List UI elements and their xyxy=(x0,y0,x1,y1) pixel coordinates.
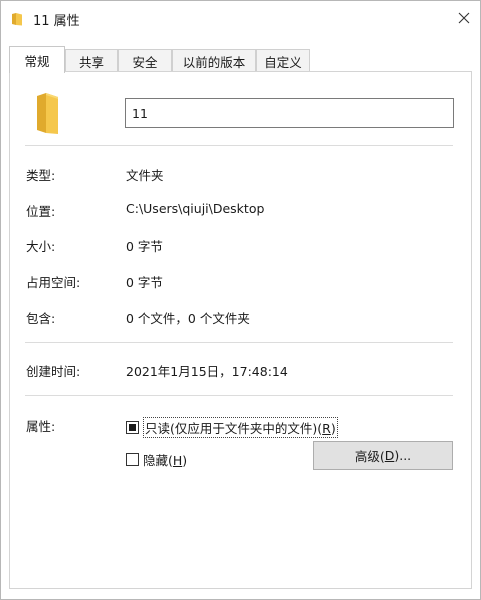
readonly-checkbox-box[interactable] xyxy=(126,421,139,434)
location-label: 位置: xyxy=(26,204,56,219)
general-panel xyxy=(9,71,472,589)
properties-window: 11 属性 常规 共享 安全 以前的版本 自定义 类型: 文件夹 位置: C:\… xyxy=(0,0,481,600)
hidden-checkbox[interactable]: 隐藏(H) xyxy=(126,450,187,469)
size-label: 大小: xyxy=(26,239,56,254)
attributes-label: 属性: xyxy=(26,419,56,434)
type-label: 类型: xyxy=(26,168,56,183)
contains-label: 包含: xyxy=(26,311,56,326)
tab-security[interactable]: 安全 xyxy=(118,49,172,72)
window-title: 11 属性 xyxy=(33,14,80,29)
hidden-checkbox-box[interactable] xyxy=(126,453,139,466)
title-bar: 11 属性 xyxy=(1,1,480,35)
folder-name-input[interactable] xyxy=(125,98,454,128)
readonly-checkbox[interactable]: 只读(仅应用于文件夹中的文件)(R) xyxy=(126,417,338,438)
close-button[interactable] xyxy=(447,1,480,35)
folder-icon xyxy=(37,93,58,134)
hidden-checkbox-label: 隐藏(H) xyxy=(143,453,188,468)
tab-customize[interactable]: 自定义 xyxy=(256,49,310,72)
advanced-button[interactable]: 高级(D)... xyxy=(313,441,453,470)
size-on-disk-label: 占用空间: xyxy=(26,275,81,290)
size-value: 0 字节 xyxy=(126,239,163,254)
divider xyxy=(25,395,453,396)
readonly-checkbox-label: 只读(仅应用于文件夹中的文件)(R) xyxy=(143,417,338,438)
location-value: C:\Users\qiuji\Desktop xyxy=(126,201,265,216)
tab-general[interactable]: 常规 xyxy=(9,46,65,73)
folder-icon xyxy=(12,13,22,26)
created-label: 创建时间: xyxy=(26,364,81,379)
type-value: 文件夹 xyxy=(126,168,164,183)
divider xyxy=(25,342,453,343)
size-on-disk-value: 0 字节 xyxy=(126,275,163,290)
close-icon xyxy=(458,12,469,24)
contains-value: 0 个文件，0 个文件夹 xyxy=(126,311,250,326)
tab-sharing[interactable]: 共享 xyxy=(65,49,118,72)
tab-previous-versions[interactable]: 以前的版本 xyxy=(172,49,256,72)
created-value: 2021年1月15日，17:48:14 xyxy=(126,364,288,379)
divider xyxy=(25,145,453,146)
